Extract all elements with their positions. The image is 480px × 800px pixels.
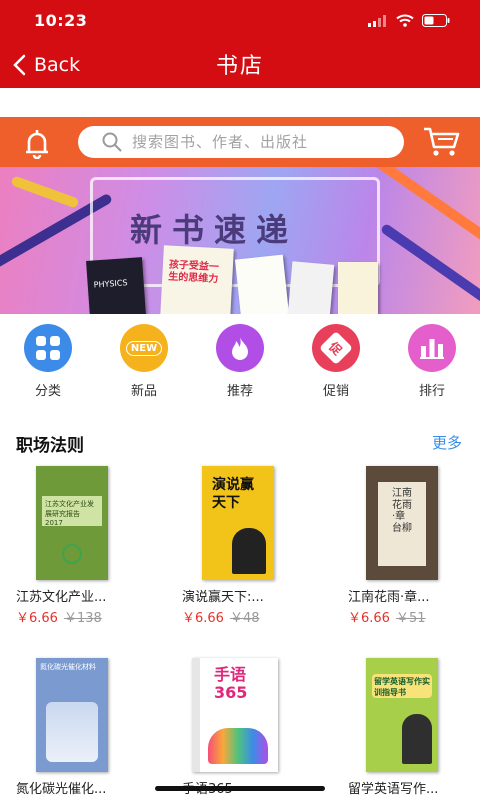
cover-image	[46, 702, 98, 762]
category-label: 促销	[322, 384, 349, 399]
promo-badge-text: 促	[319, 331, 353, 365]
price-current: ￥6.66	[182, 611, 224, 626]
category-ranking[interactable]: 排行	[384, 324, 480, 404]
back-label: Back	[34, 54, 81, 76]
price-original: ￥138	[63, 611, 102, 626]
cover-text: 氮化碳光催化材料	[40, 663, 96, 671]
book-price: ￥6.66 ￥138	[16, 607, 102, 626]
cover-text: 江南花雨·章台柳	[392, 488, 412, 534]
category-recommend[interactable]: 推荐	[192, 324, 288, 404]
cover-text: 手语 365	[214, 665, 248, 702]
wifi-icon	[396, 14, 414, 27]
book-price: ￥6.66 ￥51	[348, 607, 426, 626]
banner-stripe	[10, 175, 80, 209]
cover-text: 留学英语写作实训指导书	[374, 677, 430, 697]
book-cover: 氮化碳光催化材料	[36, 658, 108, 772]
promo-icon: 促	[312, 324, 360, 372]
cart-icon[interactable]	[422, 125, 462, 159]
search-strip	[0, 117, 480, 167]
category-label: 分类	[34, 384, 61, 399]
cover-figure	[232, 528, 266, 574]
status-time: 10:23	[34, 11, 88, 30]
banner-book	[234, 254, 290, 314]
cover-spine	[192, 658, 200, 772]
book-title: 演说赢天下:...	[182, 590, 264, 605]
banner-book: PHYSICS	[86, 257, 146, 314]
section-title: 职场法则	[16, 436, 84, 456]
category-label: 新品	[130, 384, 157, 399]
more-link[interactable]: 更多	[432, 432, 462, 453]
grid-icon	[24, 324, 72, 372]
banner-book-text: PHYSICS	[93, 278, 128, 290]
flame-icon	[216, 324, 264, 372]
banner-book: 孩子受益一生的思维力	[160, 245, 234, 314]
back-button[interactable]: Back	[12, 50, 80, 80]
category-label: 排行	[418, 384, 445, 399]
cover-text: 江苏文化产业发展研究报告 2017	[45, 500, 94, 527]
chart-icon	[408, 324, 456, 372]
new-badge-icon: NEW	[120, 324, 168, 372]
banner-stripe	[370, 167, 480, 250]
banner-stripe	[379, 222, 480, 312]
book-cover: 演说赢天下	[202, 466, 274, 580]
category-label: 推荐	[226, 384, 253, 399]
category-promo[interactable]: 促 促销	[288, 324, 384, 404]
cover-figure	[402, 714, 432, 764]
price-current: ￥6.66	[16, 611, 58, 626]
signal-icon	[368, 14, 386, 27]
search-icon	[102, 132, 122, 152]
top-bar: 10:23 Back 书店	[0, 0, 480, 88]
book-title: 江苏文化产业...	[16, 590, 107, 605]
book-title: 江南花雨·章...	[348, 590, 430, 605]
book-cover: 江南花雨·章台柳	[366, 466, 438, 580]
recycle-icon	[62, 544, 82, 564]
search-input[interactable]	[132, 133, 392, 151]
book-title: 氮化碳光催化...	[16, 782, 107, 797]
cover-text: 演说赢天下	[212, 477, 254, 512]
category-row: 分类 NEW 新品 推荐 促 促销 排行	[0, 324, 480, 404]
category-classify[interactable]: 分类	[0, 324, 96, 404]
status-bar: 10:23	[0, 0, 480, 44]
price-original: ￥51	[395, 611, 426, 626]
home-indicator[interactable]	[155, 786, 325, 791]
book-title: 留学英语写作...	[348, 782, 439, 797]
book-price: ￥6.66 ￥48	[182, 607, 260, 626]
banner-book-text: 孩子受益一生的思维力	[167, 259, 220, 286]
book-cover: 手语 365	[192, 658, 278, 772]
price-original: ￥48	[229, 611, 260, 626]
book-cover: 留学英语写作实训指导书	[366, 658, 438, 772]
promo-banner[interactable]: 新书速递 PHYSICS 孩子受益一生的思维力	[0, 167, 480, 314]
price-current: ￥6.66	[348, 611, 390, 626]
search-bar[interactable]	[78, 126, 404, 158]
new-badge-text: NEW	[125, 340, 163, 356]
status-icons	[368, 14, 450, 27]
book-cover: 江苏文化产业发展研究报告 2017	[36, 466, 108, 580]
banner-title: 新书速递	[130, 211, 299, 249]
chevron-left-icon	[13, 54, 26, 76]
banner-book	[287, 261, 335, 314]
bell-icon[interactable]	[20, 127, 54, 159]
banner-book	[338, 262, 378, 314]
battery-icon	[422, 14, 450, 27]
category-new[interactable]: NEW 新品	[96, 324, 192, 404]
cover-hands	[208, 728, 268, 764]
